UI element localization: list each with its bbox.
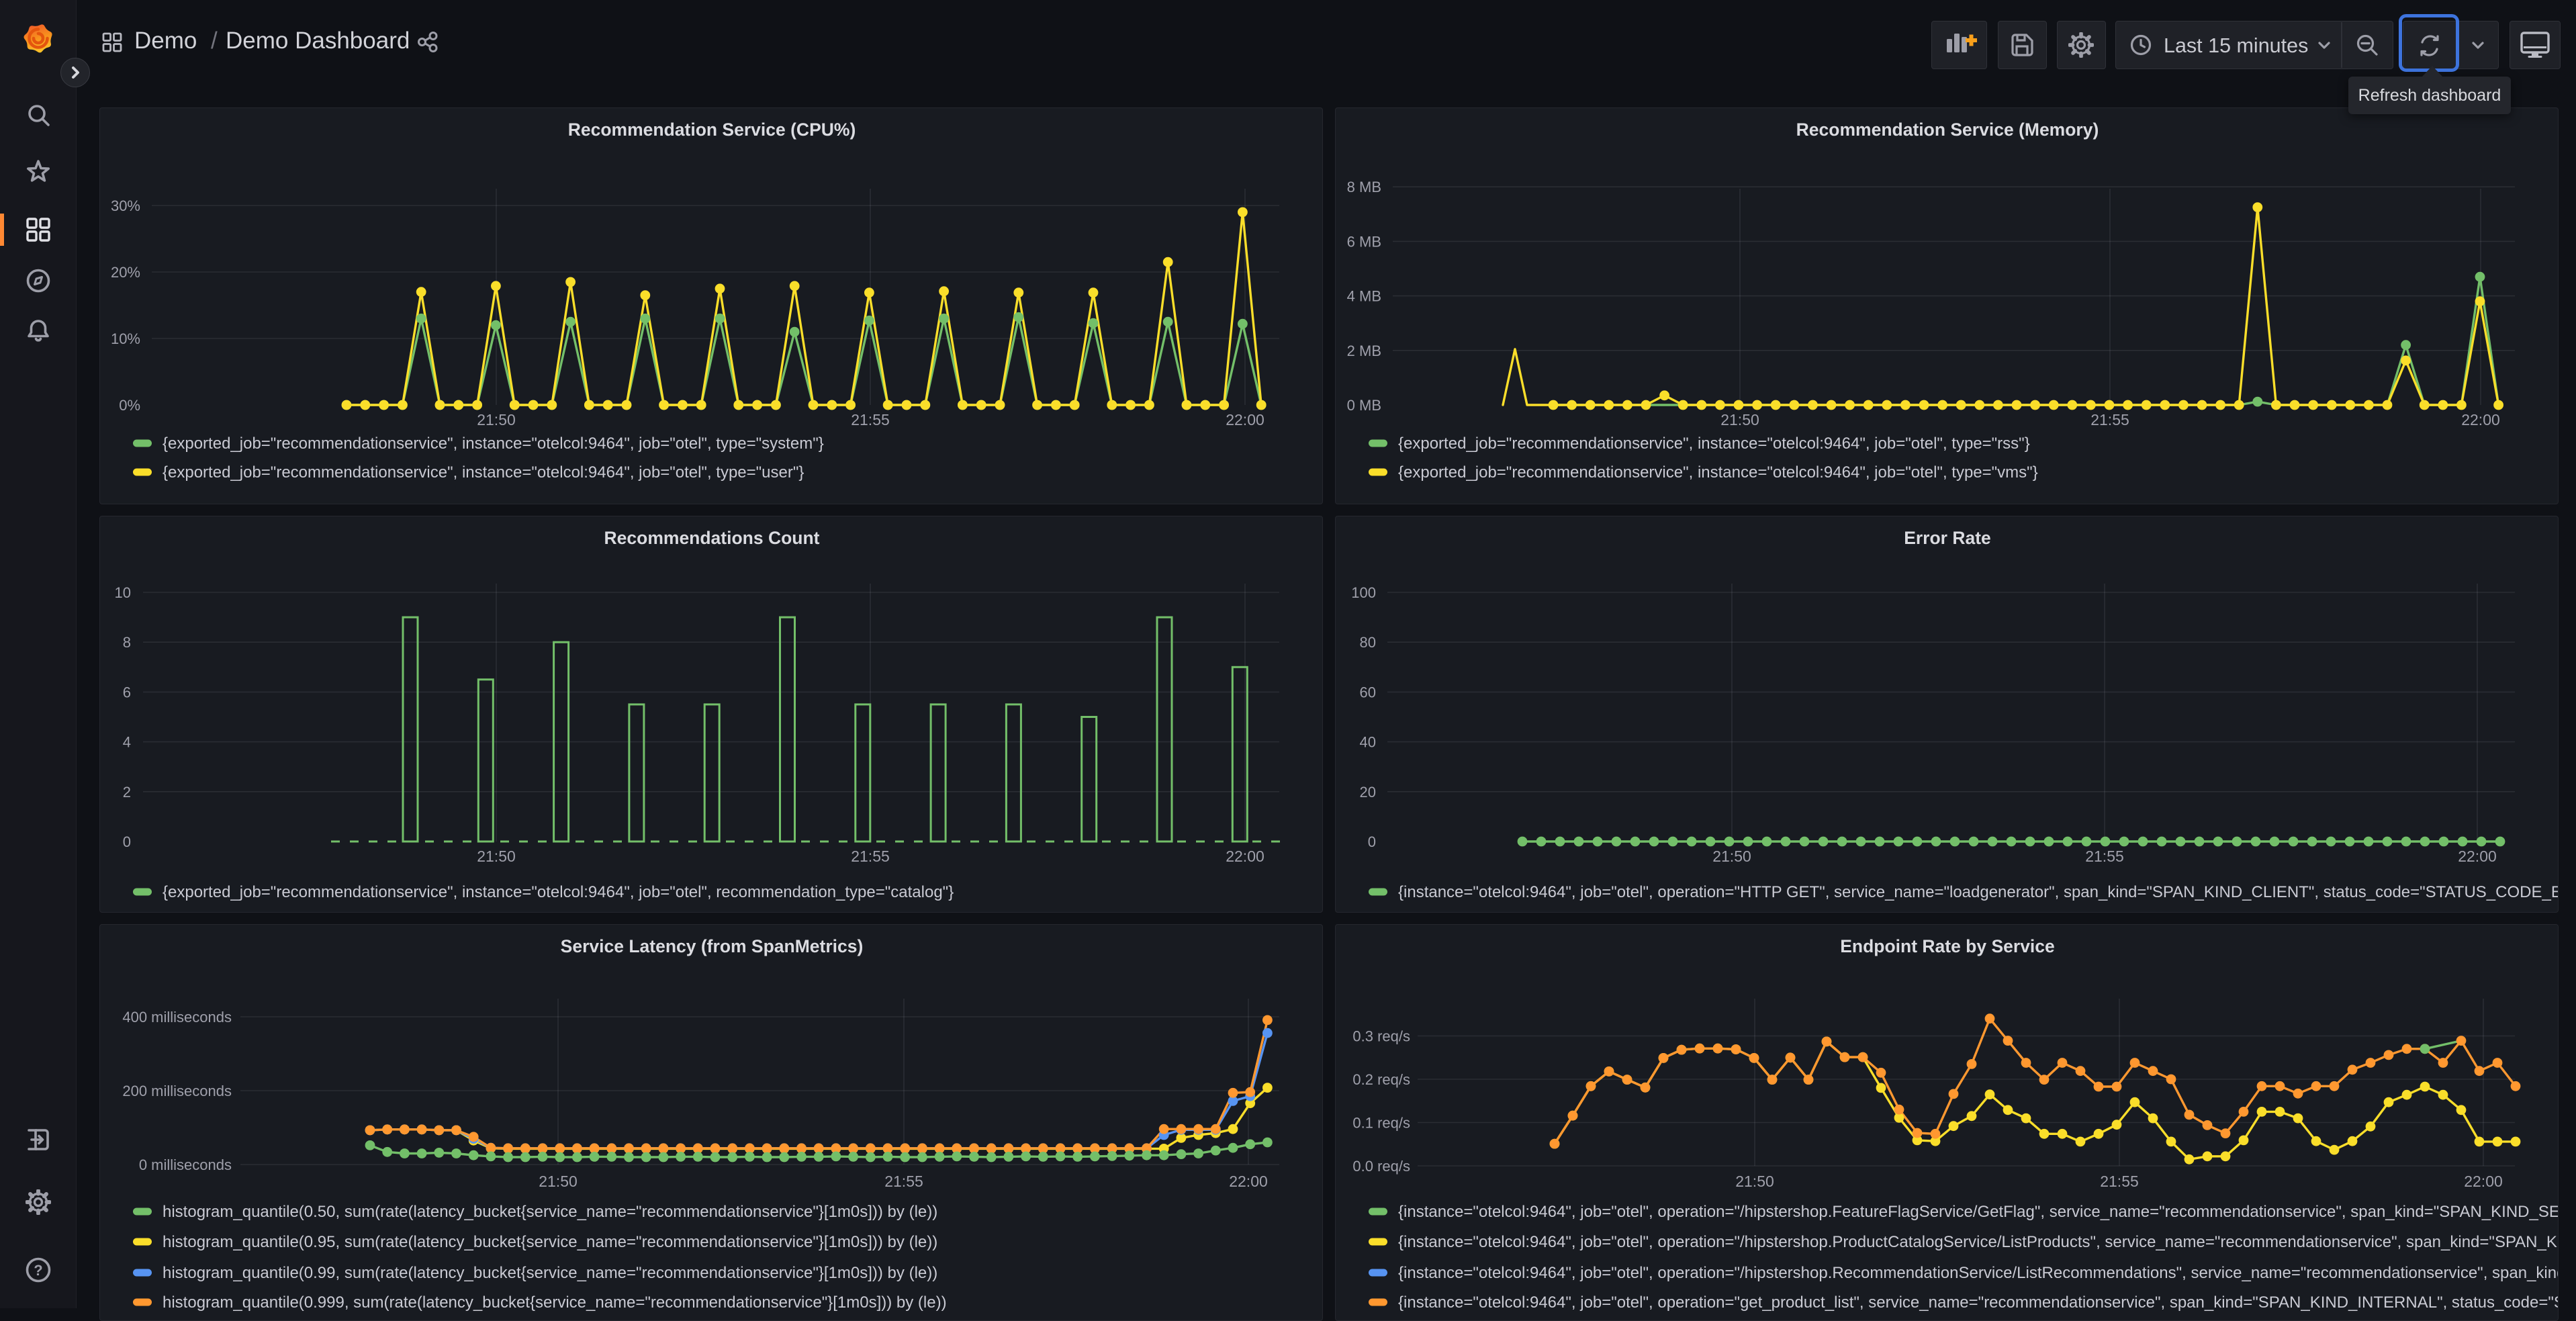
svg-text:21:55: 21:55 [2100, 1173, 2139, 1190]
svg-text:21:55: 21:55 [2090, 411, 2129, 428]
svg-text:8 MB: 8 MB [1347, 179, 1381, 195]
svg-text:21:55: 21:55 [2085, 848, 2124, 865]
svg-text:{instance="otelcol:9464", job=: {instance="otelcol:9464", job="otel", op… [1398, 883, 2559, 901]
svg-text:histogram_quantile(0.999, sum(: histogram_quantile(0.999, sum(rate(laten… [163, 1293, 947, 1312]
svg-text:8: 8 [123, 634, 131, 651]
svg-text:{instance="otelcol:9464", job=: {instance="otelcol:9464", job="otel", op… [1398, 1264, 2559, 1282]
svg-text:Recommendations Count: Recommendations Count [604, 528, 820, 548]
svg-text:21:50: 21:50 [539, 1173, 578, 1190]
svg-text:{instance="otelcol:9464", job=: {instance="otelcol:9464", job="otel", op… [1398, 1203, 2559, 1221]
svg-text:histogram_quantile(0.50, sum(r: histogram_quantile(0.50, sum(rate(latenc… [163, 1203, 937, 1221]
svg-text:4: 4 [123, 734, 131, 751]
svg-text:{exported_job="recommendations: {exported_job="recommendationservice", i… [163, 463, 804, 482]
svg-text:{instance="otelcol:9464", job=: {instance="otelcol:9464", job="otel", op… [1398, 1293, 2559, 1312]
svg-text:6 MB: 6 MB [1347, 233, 1381, 250]
svg-text:Recommendation Service (CPU%): Recommendation Service (CPU%) [568, 120, 856, 140]
svg-text:200 milliseconds: 200 milliseconds [122, 1083, 232, 1099]
svg-text:30%: 30% [111, 197, 140, 214]
svg-text:100: 100 [1351, 584, 1376, 601]
svg-text:0 milliseconds: 0 milliseconds [139, 1156, 232, 1173]
svg-text:2: 2 [123, 784, 131, 801]
svg-text:0.0 req/s: 0.0 req/s [1352, 1158, 1410, 1175]
svg-text:10%: 10% [111, 330, 140, 347]
svg-text:21:55: 21:55 [851, 848, 890, 865]
svg-text:2 MB: 2 MB [1347, 343, 1381, 359]
svg-text:0: 0 [123, 833, 131, 850]
svg-text:20: 20 [1360, 784, 1376, 801]
svg-text:21:50: 21:50 [1712, 848, 1751, 865]
svg-text:22:00: 22:00 [2458, 848, 2497, 865]
svg-text:Endpoint Rate by Service: Endpoint Rate by Service [1840, 936, 2055, 956]
svg-text:21:50: 21:50 [1735, 1173, 1774, 1190]
svg-text:21:50: 21:50 [1720, 411, 1759, 428]
svg-text:{exported_job="recommendations: {exported_job="recommendationservice", i… [163, 883, 954, 901]
svg-text:0 MB: 0 MB [1347, 397, 1381, 414]
svg-text:40: 40 [1360, 734, 1376, 751]
svg-text:histogram_quantile(0.95, sum(r: histogram_quantile(0.95, sum(rate(latenc… [163, 1233, 937, 1251]
svg-text:21:50: 21:50 [477, 411, 516, 428]
svg-text:21:50: 21:50 [477, 848, 516, 865]
svg-text:6: 6 [123, 684, 131, 700]
svg-text:22:00: 22:00 [1229, 1173, 1268, 1190]
svg-text:0: 0 [1368, 833, 1376, 850]
svg-text:22:00: 22:00 [1226, 411, 1264, 428]
svg-text:histogram_quantile(0.99, sum(r: histogram_quantile(0.99, sum(rate(latenc… [163, 1264, 937, 1282]
svg-text:Service Latency (from SpanMetr: Service Latency (from SpanMetrics) [561, 936, 864, 956]
svg-text:4 MB: 4 MB [1347, 288, 1381, 305]
svg-text:22:00: 22:00 [1226, 848, 1264, 865]
svg-text:80: 80 [1360, 634, 1376, 651]
svg-text:{exported_job="recommendations: {exported_job="recommendationservice", i… [1398, 435, 2030, 453]
svg-text:0.1 req/s: 0.1 req/s [1352, 1115, 1410, 1132]
svg-text:0.3 req/s: 0.3 req/s [1352, 1028, 1410, 1045]
svg-text:21:55: 21:55 [884, 1173, 923, 1190]
svg-text:22:00: 22:00 [2464, 1173, 2503, 1190]
svg-text:{exported_job="recommendations: {exported_job="recommendationservice", i… [1398, 463, 2038, 482]
svg-text:10: 10 [115, 584, 131, 601]
svg-text:0.2 req/s: 0.2 req/s [1352, 1071, 1410, 1088]
svg-text:{instance="otelcol:9464", job=: {instance="otelcol:9464", job="otel", op… [1398, 1233, 2559, 1251]
svg-text:20%: 20% [111, 264, 140, 281]
svg-text:22:00: 22:00 [2461, 411, 2500, 428]
svg-text:{exported_job="recommendations: {exported_job="recommendationservice", i… [163, 435, 824, 453]
svg-text:Recommendation Service (Memory: Recommendation Service (Memory) [1796, 120, 2099, 140]
svg-text:?: ? [34, 1262, 42, 1279]
svg-text:Error Rate: Error Rate [1904, 528, 1991, 548]
svg-text:0%: 0% [119, 397, 140, 414]
svg-text:400 milliseconds: 400 milliseconds [122, 1009, 232, 1026]
svg-text:21:55: 21:55 [851, 411, 890, 428]
svg-text:60: 60 [1360, 684, 1376, 700]
